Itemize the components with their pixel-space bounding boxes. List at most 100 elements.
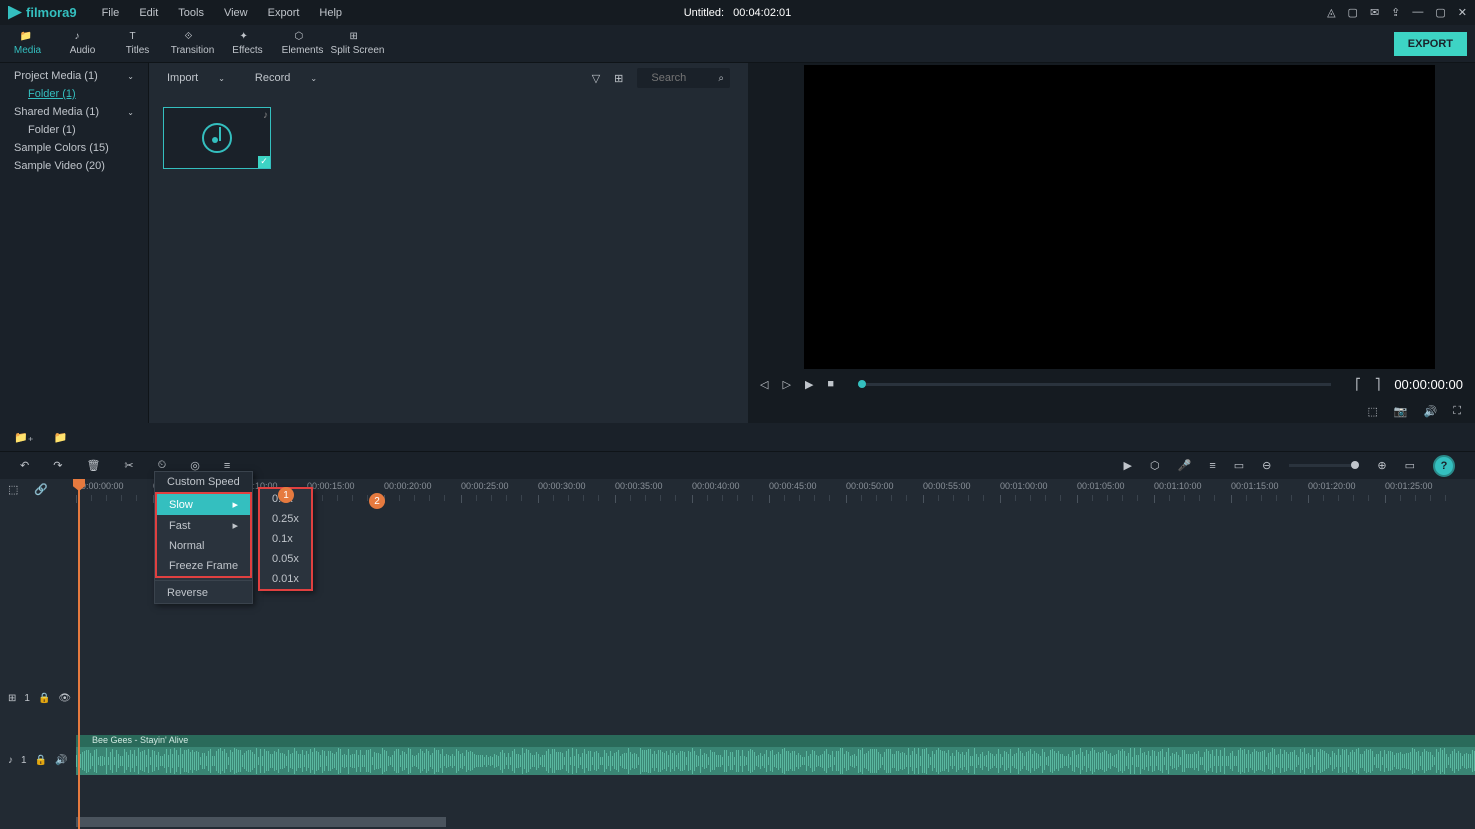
sidebar-item[interactable]: Sample Colors (15) [0, 139, 148, 157]
lock-icon[interactable]: 🔒 [38, 693, 50, 704]
media-thumbnail[interactable]: ♪ ✓ [163, 107, 271, 169]
speed-option[interactable]: 0.01x [260, 569, 311, 589]
ruler-tick: 00:00:45:00 [769, 481, 817, 491]
split-button[interactable]: ✂ [124, 459, 133, 472]
import-dropdown[interactable]: Import ⌄ [167, 72, 225, 84]
tab-label: Elements [282, 45, 324, 56]
speed-option[interactable]: 0.05x [260, 549, 311, 569]
fit-icon[interactable]: ▭ [1405, 459, 1415, 472]
logo-icon [8, 6, 22, 20]
custom-speed-item[interactable]: Custom Speed [155, 472, 252, 492]
speed-fast[interactable]: Fast▸ [157, 515, 250, 536]
user-icon[interactable]: ◬ [1327, 6, 1335, 19]
playhead[interactable] [78, 479, 80, 829]
search-input-wrap[interactable]: ⌕ [637, 68, 730, 88]
lock-icon[interactable]: 🔒 [35, 755, 47, 766]
maximize-icon[interactable]: ▢ [1435, 6, 1445, 19]
delete-button[interactable]: 🗑 [86, 459, 100, 472]
undo-button[interactable]: ↶ [20, 459, 29, 472]
snapshot-icon[interactable]: 📷 [1394, 405, 1408, 418]
waveform [76, 747, 1475, 775]
speed-normal[interactable]: Normal [157, 536, 250, 556]
tab-elements[interactable]: ⬡Elements [275, 25, 330, 63]
redo-button[interactable]: ↷ [53, 459, 62, 472]
zoom-out-icon[interactable]: ⊖ [1262, 459, 1271, 472]
menu-tools[interactable]: Tools [168, 7, 214, 19]
chevron-down-icon: ⌄ [127, 108, 134, 117]
speed-freeze-frame[interactable]: Freeze Frame [157, 556, 250, 576]
render-icon[interactable]: ▶ [1124, 459, 1132, 472]
progress-bar[interactable] [858, 383, 1331, 386]
mic-icon[interactable]: ⇪ [1391, 6, 1400, 19]
sidebar-item[interactable]: Sample Video (20) [0, 157, 148, 175]
minimize-icon[interactable]: — [1412, 6, 1423, 19]
progress-handle[interactable] [858, 380, 866, 388]
speed-option[interactable]: 0.1x [260, 529, 311, 549]
search-icon[interactable]: ⌕ [718, 73, 724, 84]
folder-row: 📁₊ 📁 [0, 423, 1475, 451]
sidebar-item[interactable]: Folder (1) [0, 85, 148, 103]
snap-icon[interactable]: ⬚ [8, 483, 18, 496]
reverse-item[interactable]: Reverse [155, 583, 252, 603]
mark-out-icon[interactable]: ⎤ [1375, 378, 1381, 391]
eye-icon[interactable]: 👁 [58, 693, 71, 704]
export-button[interactable]: EXPORT [1394, 32, 1467, 56]
ratio-icon[interactable]: ▭ [1234, 459, 1244, 472]
sidebar-item[interactable]: Shared Media (1)⌄ [0, 103, 148, 121]
delete-folder-icon[interactable]: 📁 [54, 431, 68, 444]
audio-clip[interactable]: Bee Gees - Stayin' Alive [76, 735, 1475, 775]
audio-track-header[interactable]: ♪1 🔒 🔊 [8, 755, 67, 766]
tab-effects[interactable]: ✦Effects [220, 25, 275, 63]
display-icon[interactable]: ⬚ [1367, 405, 1377, 418]
tab-media[interactable]: 📁Media [0, 25, 55, 63]
stop-button[interactable]: ■ [827, 378, 834, 390]
search-input[interactable] [643, 68, 718, 88]
mixer-icon[interactable]: ≡ [1209, 460, 1215, 472]
marker-icon[interactable]: ⬡ [1150, 459, 1160, 472]
voiceover-icon[interactable]: 🎤 [1178, 459, 1192, 472]
menu-export[interactable]: Export [258, 7, 310, 19]
preview-video[interactable] [804, 65, 1435, 369]
filter-icon[interactable]: ▽ [592, 72, 600, 85]
sidebar-item[interactable]: Project Media (1)⌄ [0, 67, 148, 85]
mail-icon[interactable]: ✉ [1370, 6, 1379, 19]
speaker-icon[interactable]: 🔊 [55, 755, 67, 766]
tab-transition[interactable]: ⟐Transition [165, 25, 220, 63]
record-dropdown[interactable]: Record ⌄ [255, 72, 317, 84]
horizontal-scrollbar[interactable] [76, 817, 446, 827]
import-label: Import [167, 72, 198, 84]
save-icon[interactable]: ▢ [1348, 6, 1358, 19]
chevron-down-icon: ⌄ [310, 74, 317, 83]
speed-slow[interactable]: Slow▸ [157, 494, 250, 515]
speed-option[interactable]: 0.25x [260, 509, 311, 529]
timeline-main[interactable]: 00:00:00:0000:00:05:0000:00:10:0000:00:1… [76, 479, 1475, 829]
zoom-handle[interactable] [1351, 461, 1359, 469]
play-button[interactable]: ▶ [805, 378, 813, 391]
prev-frame-button[interactable]: ◁ [760, 378, 768, 391]
tab-audio[interactable]: ♪Audio [55, 25, 110, 63]
menu-help[interactable]: Help [309, 7, 352, 19]
tab-titles[interactable]: TTitles [110, 25, 165, 63]
grid-icon[interactable]: ⊞ [614, 72, 623, 85]
zoom-in-icon[interactable]: ⊕ [1377, 459, 1386, 472]
help-button[interactable]: ? [1433, 455, 1455, 477]
mark-in-icon[interactable]: ⎡ [1355, 378, 1361, 391]
tab-split-screen[interactable]: ⊞Split Screen [330, 25, 385, 63]
check-icon: ✓ [258, 156, 270, 168]
menu-file[interactable]: File [92, 7, 130, 19]
video-track-header[interactable]: ⊞1 🔒 👁 [8, 693, 71, 704]
volume-icon[interactable]: 🔊 [1424, 405, 1438, 418]
menu-view[interactable]: View [214, 7, 258, 19]
speed-menu: Custom Speed Slow▸Fast▸NormalFreeze Fram… [154, 471, 253, 604]
new-folder-icon[interactable]: 📁₊ [14, 431, 34, 444]
close-icon[interactable]: ✕ [1458, 6, 1467, 19]
settings-button[interactable]: ≡ [224, 460, 230, 472]
speed-value: 0.05x [272, 553, 299, 565]
menu-edit[interactable]: Edit [129, 7, 168, 19]
preview-bottom-bar: ⬚ 📷 🔊 ⛶ [748, 399, 1475, 423]
step-back-button[interactable]: ▷ [782, 378, 790, 391]
link-icon[interactable]: 🔗 [34, 483, 48, 496]
sidebar-item[interactable]: Folder (1) [0, 121, 148, 139]
fullscreen-icon[interactable]: ⛶ [1453, 405, 1461, 418]
zoom-slider[interactable] [1289, 464, 1359, 467]
